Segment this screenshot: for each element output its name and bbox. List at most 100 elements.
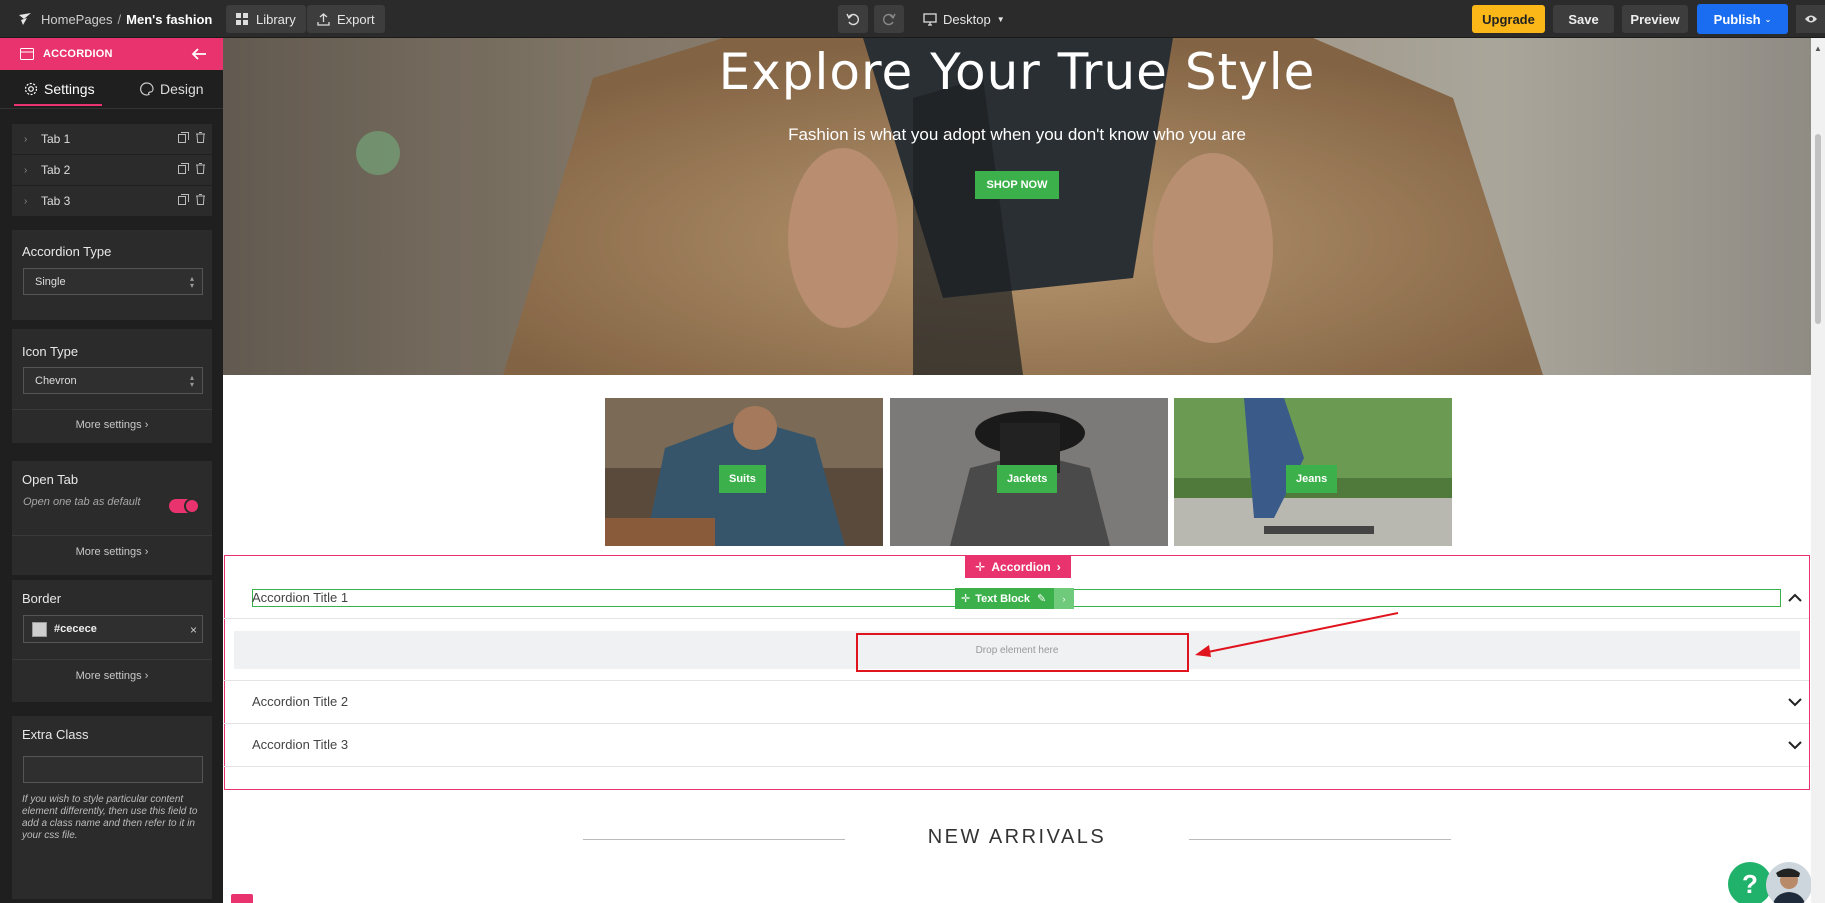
app-root: HomePages / Men's fashion Library Export… xyxy=(0,0,1825,903)
border-color-value: #cecece xyxy=(54,623,97,635)
open-tab-panel: Open Tab Open one tab as default More se… xyxy=(12,461,212,575)
icon-type-label: Icon Type xyxy=(22,344,79,359)
move-icon[interactable]: ✛ xyxy=(961,592,970,605)
accordion-type-panel: Accordion Type Single ▴ ▾ xyxy=(12,230,212,320)
scrollbar-thumb[interactable] xyxy=(1815,134,1821,324)
accordion-type-select[interactable]: Single ▴ ▾ xyxy=(23,268,203,295)
chevron-down-icon[interactable] xyxy=(1788,698,1802,707)
duplicate-icon[interactable] xyxy=(178,163,189,174)
trash-icon[interactable] xyxy=(195,132,206,143)
border-label: Border xyxy=(22,591,62,606)
top-toolbar: HomePages / Men's fashion Library Export… xyxy=(0,0,1825,38)
more-settings-link[interactable]: More settings › xyxy=(12,419,212,431)
more-settings-label: More settings xyxy=(75,419,142,431)
chevron-down-icon[interactable] xyxy=(1788,741,1802,750)
chevron-up-icon[interactable] xyxy=(1788,593,1802,602)
add-section-tab[interactable] xyxy=(231,894,253,903)
scroll-up-icon[interactable]: ▲ xyxy=(1814,44,1822,53)
icon-type-panel: Icon Type Chevron ▴ ▾ More settings › xyxy=(12,329,212,443)
chevron-right-icon[interactable]: › xyxy=(1054,588,1074,609)
border-color-field[interactable] xyxy=(23,615,203,643)
accordion-divider xyxy=(223,618,1809,619)
eye-icon xyxy=(1804,15,1817,23)
undo-button[interactable] xyxy=(838,5,868,33)
accordion-badge-label: Accordion xyxy=(991,560,1051,574)
redo-icon xyxy=(883,13,896,26)
accordion-tab-row[interactable]: › Tab 3 xyxy=(12,186,212,216)
accordion-divider xyxy=(223,680,1809,681)
pencil-icon[interactable]: ✎ xyxy=(1037,592,1046,605)
text-block-badge[interactable]: ✛ Text Block ✎ xyxy=(955,588,1054,609)
active-tab-indicator xyxy=(14,104,102,106)
save-button[interactable]: Save xyxy=(1553,5,1614,33)
grid-icon xyxy=(236,12,248,25)
accordion-tab-row[interactable]: › Tab 1 xyxy=(12,124,212,154)
library-label: Library xyxy=(256,11,296,27)
upload-icon xyxy=(317,12,330,26)
category-button-jackets[interactable]: Jackets xyxy=(997,465,1058,493)
breadcrumb-separator: / xyxy=(117,11,122,27)
panel-divider xyxy=(12,409,212,410)
page-canvas: Explore Your True Style Fashion is what … xyxy=(223,38,1811,903)
duplicate-icon[interactable] xyxy=(178,194,189,205)
shop-now-button[interactable]: SHOP NOW xyxy=(975,171,1059,199)
extra-class-panel: Extra Class If you wish to style particu… xyxy=(12,716,212,899)
sidebar-tabs: Settings Design xyxy=(0,70,223,108)
export-button[interactable]: Export xyxy=(307,5,385,33)
arrow-left-icon[interactable] xyxy=(191,46,207,62)
tab-settings[interactable]: Settings xyxy=(24,70,95,108)
gear-icon xyxy=(24,82,38,96)
chevron-right-icon[interactable]: › xyxy=(1057,560,1061,574)
icon-type-select[interactable]: Chevron ▴ ▾ xyxy=(23,367,203,394)
palette-icon xyxy=(140,82,154,96)
avatar[interactable] xyxy=(1766,862,1811,903)
library-button[interactable]: Library xyxy=(226,5,306,33)
open-tab-toggle[interactable] xyxy=(169,498,200,514)
chevron-right-icon: › xyxy=(24,133,28,145)
extra-class-input[interactable] xyxy=(23,756,203,783)
category-button-suits[interactable]: Suits xyxy=(719,465,766,493)
trash-icon[interactable] xyxy=(195,163,206,174)
tab-design[interactable]: Design xyxy=(140,70,204,108)
accordion-tab-row[interactable]: › Tab 2 xyxy=(12,155,212,185)
breadcrumb-root[interactable]: HomePages xyxy=(41,12,113,27)
caret-down-icon: ▼ xyxy=(996,14,1005,24)
sidebar-divider xyxy=(0,108,223,109)
open-tab-label: Open Tab xyxy=(22,472,79,487)
accordion-divider xyxy=(223,723,1809,724)
export-label: Export xyxy=(337,11,375,27)
redo-button[interactable] xyxy=(874,5,904,33)
accordion-tab-label: Tab 3 xyxy=(41,194,71,208)
undo-icon xyxy=(846,13,859,26)
clear-color-icon[interactable]: × xyxy=(190,623,197,637)
breadcrumb: HomePages / Men's fashion xyxy=(18,0,212,38)
accordion-divider xyxy=(223,766,1809,767)
sidebar-header: ACCORDION xyxy=(0,38,223,70)
visibility-button[interactable] xyxy=(1796,5,1825,33)
more-settings-link[interactable]: More settings › xyxy=(12,670,212,682)
settings-sidebar: ACCORDION Settings Design › Tab 1 › Tab … xyxy=(0,38,223,903)
accordion-item-title[interactable]: Accordion Title 2 xyxy=(252,694,1802,709)
brand-logo-icon xyxy=(19,13,31,25)
accordion-badge[interactable]: ✛ Accordion › xyxy=(965,556,1071,578)
publish-button[interactable]: Publish ⌄ xyxy=(1697,4,1788,34)
device-select[interactable]: Desktop ▼ xyxy=(923,0,1005,38)
hero-section[interactable]: Explore Your True Style Fashion is what … xyxy=(223,38,1811,375)
new-arrivals-title: NEW ARRIVALS xyxy=(927,826,1107,848)
annotation-highlight-box xyxy=(856,633,1189,672)
monitor-icon xyxy=(923,13,937,26)
more-settings-link[interactable]: More settings › xyxy=(12,546,212,558)
accordion-type-value: Single xyxy=(35,275,66,288)
accordion-tab-label: Tab 2 xyxy=(41,163,71,177)
canvas-scrollbar[interactable]: ▲ xyxy=(1811,38,1825,903)
preview-button[interactable]: Preview xyxy=(1622,5,1688,33)
accordion-icon xyxy=(20,48,34,60)
duplicate-icon[interactable] xyxy=(178,132,189,143)
trash-icon[interactable] xyxy=(195,194,206,205)
accordion-item-title[interactable]: Accordion Title 3 xyxy=(252,737,1802,752)
move-icon[interactable]: ✛ xyxy=(975,560,985,574)
category-button-jeans[interactable]: Jeans xyxy=(1286,465,1338,493)
upgrade-button[interactable]: Upgrade xyxy=(1472,5,1545,33)
color-swatch[interactable] xyxy=(32,622,47,637)
section-rule-right xyxy=(1189,839,1451,840)
